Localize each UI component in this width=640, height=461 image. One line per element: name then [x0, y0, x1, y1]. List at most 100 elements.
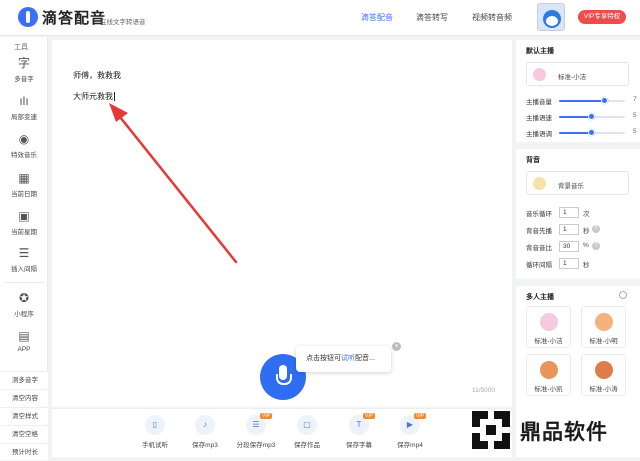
tool-local-speed[interactable]: ılı 局部变速 [0, 94, 48, 121]
tip-suffix: 配音... [355, 355, 375, 362]
bg-title: 背音 [526, 157, 540, 164]
gear-icon[interactable] [619, 291, 627, 299]
vip-privilege-button[interactable]: VIP专享特权 [578, 10, 626, 24]
slider-value: 5 [633, 128, 637, 135]
bg-row-unit: 秒 [583, 262, 590, 269]
music-effect-icon: ◉ [18, 132, 30, 146]
help-icon[interactable]: ? [592, 225, 600, 233]
tooltip-close-icon[interactable]: × [392, 342, 401, 351]
phone-preview-button[interactable]: ▯ 手机试听 [129, 415, 181, 449]
tool-label: 特效音乐 [11, 152, 37, 159]
watermark-logo-icon [472, 411, 510, 449]
save-work-icon: ▢ [297, 415, 317, 435]
bg-music-card[interactable]: 背景音乐 [526, 171, 629, 195]
tool-miniprogram[interactable]: ✪ 小程序 [0, 291, 48, 318]
save-mp4-button[interactable]: VIP ▶ 保存mp4 [384, 413, 436, 449]
calendar-icon: ▦ [18, 171, 30, 185]
user-avatar[interactable] [537, 3, 565, 31]
logo-icon [18, 7, 38, 27]
bg-row-unit: 次 [583, 211, 590, 218]
bg-row-label: 音乐循环 [526, 211, 552, 218]
editor-line-2[interactable]: 大师元救我 [73, 91, 115, 102]
editor-line-2-text: 大师元救我 [73, 92, 113, 101]
slider-knob[interactable] [601, 97, 609, 104]
speed-slider[interactable]: 主播语速 5 [526, 112, 637, 122]
slider-track[interactable] [559, 129, 625, 136]
quick-estimate-duration[interactable]: 预计时长 [0, 443, 48, 460]
watermark-text: 鼎品软件 [520, 421, 608, 444]
tool-current-date[interactable]: ▦ 当前日期 [0, 171, 48, 198]
text-caret [114, 92, 115, 102]
nav-video-to-audio[interactable]: 视频转音频 [472, 12, 512, 23]
voice-name: 标准-小明 [589, 338, 618, 345]
vip-tag: VIP [414, 413, 427, 419]
slider-track[interactable] [559, 113, 625, 120]
multi-voice-card[interactable]: 标准-小涛 [581, 354, 626, 396]
action-label: 手机试听 [142, 442, 168, 449]
text-editor[interactable]: 师傅，救救我 大师元救我 点击按钮可试听配音... × 11/5000 [52, 40, 512, 407]
tip-prefix: 点击按钮可 [306, 355, 341, 362]
tool-app[interactable]: ▤ APP [0, 329, 48, 353]
segment-save-mp3-button[interactable]: VIP ☰ 分段保存mp3 [230, 413, 282, 449]
phone-icon: ▯ [145, 415, 165, 435]
tool-label: 当前日期 [11, 191, 37, 198]
bg-row-label: 循环间隔 [526, 262, 552, 269]
waveform-icon: ılı [19, 94, 29, 108]
slider-track[interactable] [559, 97, 625, 104]
background-music-panel: 背音 背景音乐 音乐循环 1 次 背音先播 1 秒 ? 背音音比 30 % ? … [516, 149, 640, 279]
loop-interval-input[interactable]: 1 [559, 258, 579, 269]
tip-highlight: 试听 [341, 355, 355, 362]
slider-value: 5 [633, 112, 637, 119]
bg-lead-input[interactable]: 1 [559, 224, 579, 235]
tool-label: 当前星期 [11, 229, 37, 236]
tool-effect-music[interactable]: ◉ 特效音乐 [0, 132, 48, 159]
editor-line-1[interactable]: 师傅，救救我 [73, 70, 121, 81]
bg-row-interval: 循环间隔 1 秒 [526, 258, 636, 270]
slider-knob[interactable] [588, 129, 595, 136]
voice-name: 标准-小洁 [534, 338, 563, 345]
multi-voice-card[interactable]: 标准-小明 [581, 306, 626, 348]
week-icon: ▣ [18, 209, 30, 223]
tool-insert-pause[interactable]: ☰ 插入间隔 [0, 246, 48, 273]
quick-clear-spaces[interactable]: 清空空格 [0, 425, 48, 442]
voice-avatar [539, 361, 558, 379]
top-bar: 滴答配音 在线文字转语音 滴答配音 滴答转写 视频转音频 VIP专享特权 [0, 0, 640, 36]
loop-count-input[interactable]: 1 [559, 207, 579, 218]
action-label: 保存mp3 [192, 442, 218, 449]
tool-polyphone[interactable]: 字 多音字 [0, 56, 48, 83]
tool-label: 插入间隔 [11, 266, 37, 273]
tool-label: 局部变速 [11, 114, 37, 121]
quick-clear-style[interactable]: 清空样式 [0, 407, 48, 424]
save-subtitle-button[interactable]: VIP T 保存字幕 [333, 413, 385, 449]
save-work-button[interactable]: ▢ 保存作品 [281, 415, 333, 449]
multi-voice-card[interactable]: 标准-小凯 [526, 354, 571, 396]
default-voice-panel: 默认主播 标准-小洁 主播音量 7 主播语速 5 主播语调 5 [516, 40, 640, 142]
default-voice-card[interactable]: 标准-小洁 [526, 62, 629, 86]
action-label: 保存字幕 [346, 442, 372, 449]
bottom-action-bar: ▯ 手机试听 ♪ 保存mp3 VIP ☰ 分段保存mp3 ▢ 保存作品 VIP … [52, 408, 512, 457]
slider-label: 主播语调 [526, 131, 552, 138]
slider-knob[interactable] [588, 113, 595, 120]
tools-heading: 工具 [14, 44, 28, 51]
save-mp3-button[interactable]: ♪ 保存mp3 [179, 415, 231, 449]
bg-ratio-input[interactable]: 30 [559, 241, 579, 252]
quick-polyphone-check[interactable]: 测多音字 [0, 371, 48, 388]
default-voice-title: 默认主播 [526, 48, 554, 55]
slider-value: 7 [633, 96, 637, 103]
volume-slider[interactable]: 主播音量 7 [526, 96, 637, 106]
voice-name: 标准-小涛 [589, 386, 618, 393]
action-label: 保存作品 [294, 442, 320, 449]
pitch-slider[interactable]: 主播语调 5 [526, 128, 637, 138]
tool-current-week[interactable]: ▣ 当前星期 [0, 209, 48, 236]
nav-dida-peiyin[interactable]: 滴答配音 [361, 12, 393, 23]
multi-voice-title: 多人主播 [526, 294, 554, 301]
quick-clear-content[interactable]: 清空内容 [0, 389, 48, 406]
miniprogram-icon: ✪ [18, 291, 30, 305]
help-icon[interactable]: ? [592, 242, 600, 250]
tool-label: APP [17, 346, 31, 353]
bg-music-name: 背景音乐 [558, 183, 584, 190]
nav-dida-zhuanxie[interactable]: 滴答转写 [416, 12, 448, 23]
voice-avatar [594, 361, 613, 379]
multi-voice-card[interactable]: 标准-小洁 [526, 306, 571, 348]
brand-name: 滴答配音 [42, 10, 107, 27]
